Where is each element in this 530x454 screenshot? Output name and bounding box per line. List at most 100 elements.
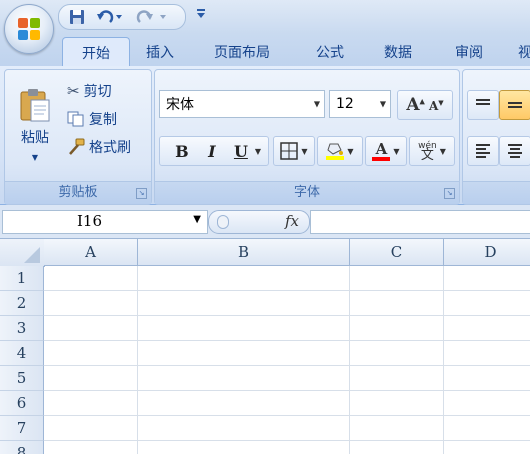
row-header-8[interactable]: 8	[0, 441, 44, 454]
phonetic-guide-button[interactable]: wén 文 ▼	[409, 136, 455, 166]
clipboard-dialog-launcher-icon[interactable]: ↘	[136, 188, 147, 199]
tab-review[interactable]: 审阅	[455, 42, 483, 62]
column-header-b[interactable]: B	[138, 239, 350, 266]
cell[interactable]	[44, 266, 138, 291]
cell[interactable]	[350, 316, 444, 341]
redo-icon[interactable]	[133, 7, 173, 27]
fill-color-button[interactable]: ▼	[317, 136, 363, 166]
format-painter-button[interactable]: 格式刷	[67, 136, 131, 158]
cell[interactable]	[44, 316, 138, 341]
font-dialog-launcher-icon[interactable]: ↘	[444, 188, 455, 199]
shrink-font-button[interactable]: A▼	[429, 98, 444, 113]
cell[interactable]	[444, 266, 530, 291]
font-name-box[interactable]: 宋体 ▼	[159, 90, 325, 118]
format-painter-label: 格式刷	[89, 140, 131, 156]
paste-label: 粘贴	[21, 129, 49, 146]
column-header-d[interactable]: D	[444, 239, 530, 266]
chevron-down-icon: ▼	[313, 99, 320, 109]
chevron-down-icon: ▼	[31, 152, 39, 162]
cut-button[interactable]: ✂ 剪切	[67, 80, 112, 102]
formula-bar: I16 ▼ fx	[0, 205, 530, 239]
copy-button[interactable]: 复制	[67, 108, 117, 130]
undo-icon[interactable]	[93, 7, 127, 27]
chevron-down-icon: ▼	[347, 146, 354, 156]
formula-controls: fx	[208, 210, 310, 234]
cell[interactable]	[350, 441, 444, 454]
cell[interactable]	[350, 416, 444, 441]
cell[interactable]	[44, 416, 138, 441]
tab-data[interactable]: 数据	[384, 42, 412, 62]
borders-button[interactable]: ▼	[273, 136, 315, 166]
office-button[interactable]	[4, 4, 54, 54]
save-icon[interactable]	[67, 7, 87, 27]
top-align-button[interactable]	[467, 90, 499, 120]
cell[interactable]	[138, 341, 350, 366]
align-left-button[interactable]	[467, 136, 499, 166]
tab-view[interactable]: 视	[518, 42, 530, 62]
cell[interactable]	[44, 366, 138, 391]
tab-insert[interactable]: 插入	[146, 42, 174, 62]
cell[interactable]	[44, 391, 138, 416]
font-size-box[interactable]: 12 ▼	[329, 90, 391, 118]
customize-qat-icon[interactable]	[196, 8, 206, 23]
tab-page-layout[interactable]: 页面布局	[214, 42, 270, 62]
cell[interactable]	[350, 266, 444, 291]
grow-font-button[interactable]: A▲	[406, 95, 425, 115]
chevron-down-icon: ▼	[301, 146, 308, 156]
font-color-button[interactable]: A ▼	[365, 136, 407, 166]
row-header-6[interactable]: 6	[0, 391, 44, 416]
chevron-down-icon[interactable]: ▼	[193, 214, 201, 225]
cell[interactable]	[44, 341, 138, 366]
select-all-button[interactable]	[0, 239, 45, 267]
cell[interactable]	[444, 441, 530, 454]
cell[interactable]	[350, 391, 444, 416]
alignment-group-label	[463, 181, 530, 204]
cell[interactable]	[44, 291, 138, 316]
cell[interactable]	[444, 366, 530, 391]
alignment-group	[462, 69, 530, 205]
row-header-7[interactable]: 7	[0, 416, 44, 441]
row-header-3[interactable]: 3	[0, 316, 44, 341]
chevron-down-icon[interactable]: ▼	[255, 147, 261, 156]
column-header-a[interactable]: A	[44, 239, 138, 266]
office-logo-icon	[18, 18, 40, 40]
font-name-value: 宋体	[166, 97, 194, 113]
worksheet-grid[interactable]: A B C D 1 2 3 4 5 6 7 8	[0, 239, 530, 454]
cell[interactable]	[444, 316, 530, 341]
name-box[interactable]: I16 ▼	[2, 210, 208, 234]
row-header-1[interactable]: 1	[0, 266, 44, 291]
row-header-5[interactable]: 5	[0, 366, 44, 391]
cell[interactable]	[138, 416, 350, 441]
align-left-icon	[476, 144, 490, 158]
cell[interactable]	[138, 441, 350, 454]
cell[interactable]	[444, 291, 530, 316]
paste-button[interactable]: 粘贴 ▼	[11, 76, 59, 172]
tab-formulas[interactable]: 公式	[316, 42, 344, 62]
middle-align-button[interactable]	[499, 90, 530, 120]
cell[interactable]	[138, 291, 350, 316]
row-header-2[interactable]: 2	[0, 291, 44, 316]
align-center-button[interactable]	[499, 136, 530, 166]
formula-input[interactable]	[310, 210, 530, 234]
row-header-4[interactable]: 4	[0, 341, 44, 366]
bold-button[interactable]: B	[167, 142, 197, 161]
tab-home[interactable]: 开始	[62, 37, 130, 68]
cell[interactable]	[44, 441, 138, 454]
resize-handle-icon[interactable]	[217, 215, 229, 229]
font-color-bar	[372, 156, 391, 161]
cell[interactable]	[350, 341, 444, 366]
cell[interactable]	[444, 341, 530, 366]
cell[interactable]	[350, 366, 444, 391]
cell[interactable]	[444, 391, 530, 416]
underline-button[interactable]: U	[227, 142, 255, 161]
cell[interactable]	[138, 391, 350, 416]
cell[interactable]	[444, 416, 530, 441]
italic-button[interactable]: I	[197, 142, 227, 161]
cell[interactable]	[138, 316, 350, 341]
insert-function-button[interactable]: fx	[285, 212, 299, 230]
chevron-down-icon: ▼	[439, 146, 446, 156]
cell[interactable]	[350, 291, 444, 316]
column-header-c[interactable]: C	[350, 239, 444, 266]
cell[interactable]	[138, 266, 350, 291]
cell[interactable]	[138, 366, 350, 391]
